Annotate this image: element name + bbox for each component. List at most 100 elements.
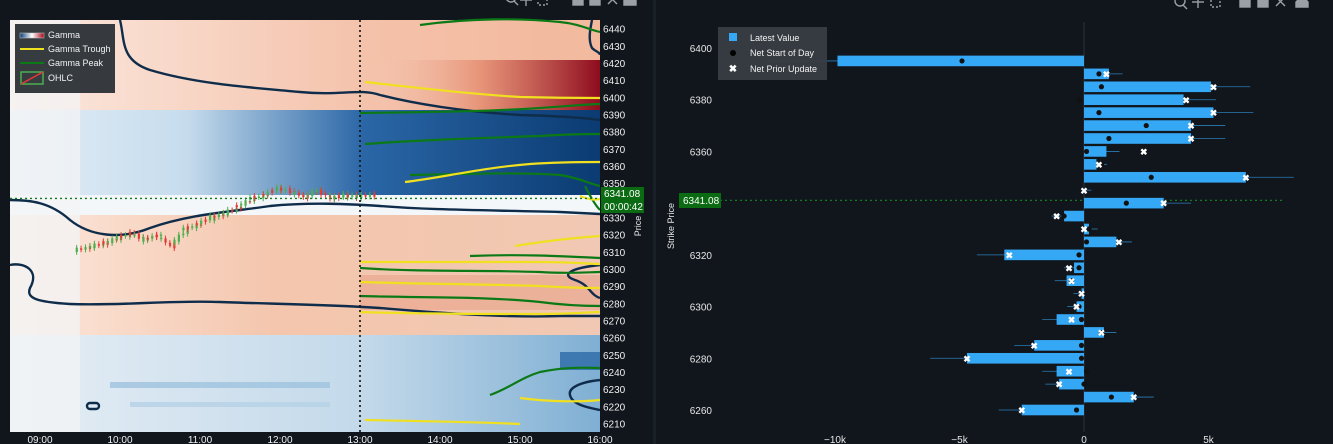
net-prior-update-marker: ✖	[963, 354, 971, 364]
heatmap-y-tick-label: 6260	[603, 334, 626, 345]
zoom-out-icon[interactable]	[589, 0, 601, 6]
ohlc-candle	[164, 238, 167, 243]
ohlc-candle	[217, 214, 220, 218]
heatmap-toolbar	[506, 0, 637, 6]
ohlc-candle	[204, 219, 207, 222]
heatmap-y-tick-label: 6250	[603, 351, 626, 362]
zoom-icon[interactable]	[506, 0, 519, 6]
net-start-of-day-marker	[1143, 122, 1149, 129]
net-start-of-day-marker	[1081, 381, 1087, 387]
net-prior-update-marker: ✖	[1006, 250, 1014, 260]
ohlc-candle	[284, 189, 287, 191]
net-start-of-day-marker	[1076, 252, 1082, 258]
strike-bar	[1084, 120, 1192, 131]
net-prior-update-marker: ✖	[1103, 69, 1111, 79]
ohlc-candle	[80, 248, 83, 250]
box-select-icon[interactable]	[1210, 0, 1221, 8]
bar-x-tick-label: 5k	[1203, 435, 1215, 444]
ohlc-candle	[160, 237, 163, 240]
ohlc-candle	[235, 205, 238, 208]
net-start-of-day-marker	[1061, 213, 1067, 219]
net-prior-update-marker: ✖	[1130, 393, 1138, 403]
zoom-out-icon[interactable]	[1257, 0, 1269, 8]
zoom-in-icon[interactable]	[1239, 0, 1251, 8]
heatmap-x-tick-label: 10:00	[107, 435, 132, 444]
heatmap-x-axis: 09:00 10:00 11:00 12:00 13:00 14:00 15:00 16:00	[27, 435, 612, 444]
ohlc-candle	[97, 244, 100, 246]
net-prior-update-legend-swatch: ✖	[729, 64, 737, 75]
ohlc-candle	[262, 194, 265, 196]
heatmap-x-tick-label: 09:00	[27, 435, 52, 444]
net-prior-update-marker: ✖	[1053, 212, 1061, 222]
strike-bar	[1064, 210, 1084, 222]
net-prior-update-marker: ✖	[1210, 82, 1218, 92]
net-prior-update-marker: ✖	[1242, 173, 1250, 183]
net-start-of-day-marker	[959, 58, 965, 64]
ohlc-candle	[75, 247, 78, 253]
net-start-of-day-marker	[1078, 316, 1085, 323]
bar-y-axis-title: Strike Price	[666, 203, 676, 249]
ohlc-candle	[293, 192, 296, 195]
net-start-of-day-marker	[1108, 394, 1114, 400]
heatmap-y-tick-label: 6400	[603, 93, 626, 104]
ohlc-candle	[302, 194, 305, 198]
net-start-of-day-marker	[1076, 97, 1082, 103]
zoom-in-icon[interactable]	[572, 0, 584, 6]
net-prior-update-marker: ✖	[1098, 328, 1106, 338]
bar-x-tick-label: −10k	[824, 435, 847, 444]
zoom-icon[interactable]	[1174, 0, 1188, 10]
heatmap-y-tick-label: 6290	[603, 282, 626, 293]
ohlc-candle	[155, 234, 158, 237]
net-prior-update-marker: ✖	[1065, 367, 1073, 377]
bar-x-tick-label: 0	[1081, 435, 1087, 444]
legend-label-gamma-trough: Gamma Trough	[48, 44, 111, 54]
net-prior-update-marker: ✖	[1140, 147, 1148, 157]
bar-x-axis: −10k −5k 0 5k	[824, 435, 1215, 444]
net-start-of-day-marker	[1083, 148, 1090, 155]
heatmap-legend: Gamma Gamma Trough Gamma Peak OHLC	[15, 24, 115, 93]
strike-bar	[966, 352, 1084, 364]
home-icon[interactable]	[1295, 0, 1309, 8]
ohlc-candle	[137, 233, 140, 239]
ohlc-candle	[346, 194, 349, 197]
heatmap-y-tick-label: 6440	[603, 25, 626, 36]
ohlc-candle	[129, 231, 132, 236]
heatmap-y-tick-label: 6420	[603, 59, 626, 70]
ohlc-candle	[182, 227, 185, 231]
pan-icon[interactable]	[520, 0, 532, 6]
net-prior-update-marker: ✖	[1095, 160, 1103, 170]
heatmap-y-tick-label: 6320	[603, 231, 626, 242]
heatmap-x-tick-label: 11:00	[188, 435, 213, 444]
ohlc-candle	[320, 189, 323, 196]
ohlc-candle	[364, 195, 367, 197]
box-select-icon[interactable]	[537, 0, 548, 6]
net-prior-update-marker: ✖	[1068, 315, 1076, 325]
legend-label-ohlc: OHLC	[48, 73, 74, 83]
bar-y-tick-label: 6380	[690, 96, 713, 107]
pan-icon[interactable]	[1192, 0, 1204, 8]
ohlc-candle	[195, 223, 198, 225]
heatmap-y-tick-label: 6370	[603, 145, 626, 156]
legend-label-net-start-of-day: Net Start of Day	[750, 48, 815, 58]
net-prior-update-marker: ✖	[1073, 302, 1081, 312]
ohlc-candle	[226, 209, 229, 215]
gamma-legend-swatch	[19, 32, 45, 39]
ohlc-candle	[337, 195, 340, 199]
autoscale-icon[interactable]	[607, 0, 618, 5]
ohlc-candle	[111, 238, 114, 244]
home-icon[interactable]	[623, 0, 637, 6]
bar-x-tick-label: −5k	[951, 435, 968, 444]
net-start-of-day-marker	[1098, 84, 1105, 90]
heatmap-x-tick-label: 14:00	[427, 435, 452, 444]
legend-label-net-prior-update: Net Prior Update	[750, 64, 817, 74]
strike-bar	[1034, 340, 1084, 351]
autoscale-icon[interactable]	[1275, 0, 1286, 7]
strike-bar	[1084, 94, 1184, 106]
heatmap-y-tick-label: 6430	[603, 42, 626, 53]
ohlc-candle	[324, 193, 327, 196]
heatmap-y-tick-label: 6220	[603, 402, 626, 413]
net-prior-update-marker: ✖	[1182, 95, 1190, 105]
heatmap-x-tick-label: 16:00	[587, 435, 612, 444]
net-start-of-day-marker	[1073, 407, 1080, 413]
heatmap-x-tick-label: 12:00	[267, 435, 292, 444]
